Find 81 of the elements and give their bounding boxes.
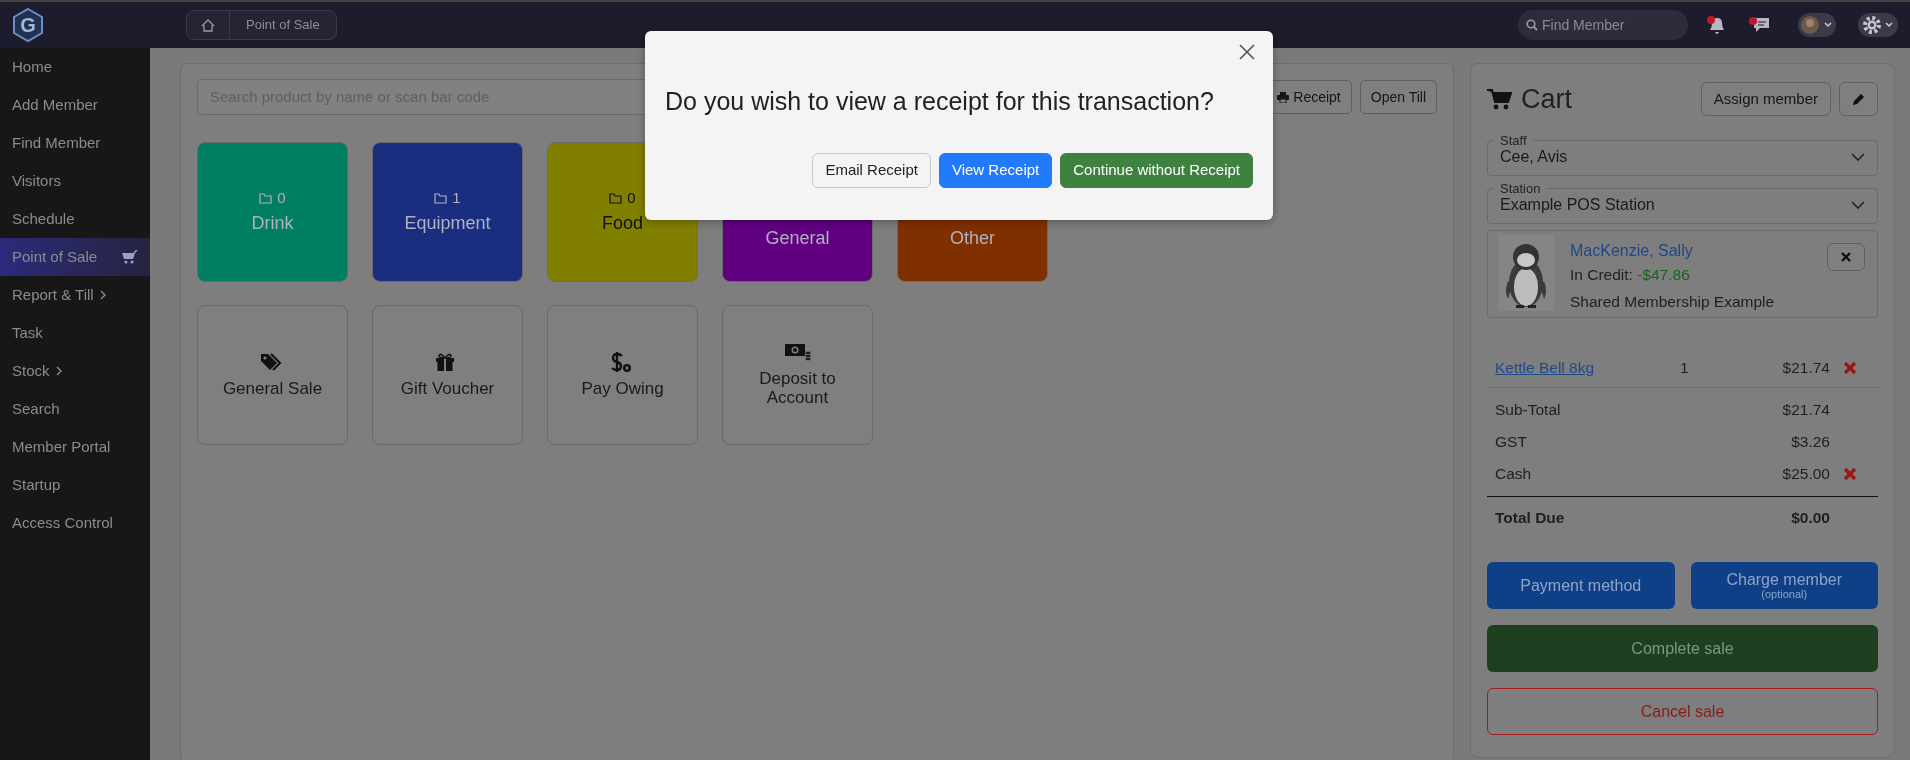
remove-member-button[interactable] [1827,242,1865,271]
field-label: Station [1499,181,1542,195]
close-icon [1841,251,1851,262]
tile-count: 0 [277,188,286,209]
open-till-button[interactable]: Open Till [1359,80,1437,114]
logo[interactable]: G [10,7,46,43]
sidebar-item[interactable]: Stock [0,352,150,390]
folder-icon [259,193,274,204]
tile-count: 0 [627,188,636,209]
printer-icon [1277,91,1290,103]
home-icon[interactable] [201,18,215,32]
action-tile[interactable]: Gift Voucher [372,305,523,445]
sidebar-item[interactable]: Schedule [0,200,150,238]
sidebar-item[interactable]: Report & Till [0,276,150,314]
category-label: Drink [251,211,294,235]
category-tile[interactable]: 0 Drink [197,142,348,282]
cancel-sale-button[interactable]: Cancel sale [1487,688,1878,735]
category-label: Other [950,226,995,250]
category-label: Equipment [404,211,491,235]
close-icon[interactable] [1239,44,1255,60]
cart-title: Cart [1521,83,1572,116]
total-value: $0.00 [1791,507,1830,528]
pencil-icon [1852,92,1865,106]
sidebar-item[interactable]: Find Member [0,124,150,162]
credit-label: In Credit: [1570,265,1634,283]
total-label: Total Due [1495,507,1566,528]
chevron-down-icon [1851,152,1865,161]
continue-button[interactable]: Continue without Receipt [1060,152,1253,188]
chevron-icon [98,290,107,300]
cart-icon [1487,88,1513,111]
quantity-text: 1 [1680,357,1690,378]
chevron-icon [54,366,63,376]
chat-icon[interactable] [1748,15,1770,35]
field-label: Staff [1499,133,1528,147]
summary-label: Sub-Total [1495,400,1562,421]
station-select[interactable]: Station Example POS Station [1487,181,1878,224]
action-label: General Sale [221,379,324,399]
search-icon [1526,19,1538,31]
summary-label: GST [1495,432,1528,453]
sidebar-item[interactable]: Task [0,314,150,352]
folder-icon [434,193,449,204]
action-tile[interactable]: General Sale [197,305,348,445]
view-receipt-button[interactable]: View Receipt [938,152,1053,188]
sidebar-item[interactable]: Member Portal [0,428,150,466]
folder-icon [609,193,624,204]
staff-select[interactable]: Staff Cee, Avis [1487,133,1878,176]
sidebar-item[interactable]: Point of Sale [0,238,150,276]
complete-sale-button[interactable]: Complete sale [1487,625,1878,672]
avatar-icon[interactable] [1798,13,1836,37]
summary-value: $21.74 [1782,400,1830,421]
search-field[interactable]: Find Member [1518,10,1688,40]
sidebar-item[interactable]: Add Member [0,86,150,124]
membership-note: Shared Membership Example [1570,291,1776,312]
sidebar-item[interactable]: Startup [0,466,150,504]
summary-value: $3.26 [1791,432,1830,453]
category-label: Food [602,211,643,235]
action-tile[interactable]: Pay Owing [547,305,698,445]
sidebar-item[interactable]: Search [0,390,150,428]
sidebar-item[interactable]: Visitors [0,162,150,200]
assign-member-button[interactable]: Assign member [1700,82,1831,117]
tile-count: 1 [452,188,461,209]
sidebar-item[interactable]: Home [0,48,150,86]
chevron-down-icon [1851,200,1865,209]
action-tile[interactable]: Deposit to Account [722,305,873,445]
summary-label: Cash [1495,464,1533,485]
sidebar-item[interactable]: Access Control [0,504,150,542]
summary-value: $25.00 [1782,464,1830,485]
payment-method-button[interactable]: Payment method [1487,562,1675,609]
credit-amount: -$47.86 [1637,265,1690,283]
email-receipt-button[interactable]: Email Receipt [812,152,931,188]
price-text: $21.74 [1781,357,1830,378]
category-tile[interactable]: 1 Equipment [372,142,523,282]
category-label: General [765,226,830,250]
cart-icon [122,250,138,264]
settings-icon[interactable] [1858,13,1898,37]
cash-icon [784,342,811,363]
action-label: Deposit to Account [758,370,837,408]
action-label: Pay Owing [580,379,665,399]
action-label: Gift Voucher [399,379,496,399]
charge-member-button[interactable]: Charge member (optional) [1690,562,1878,609]
edit-button[interactable] [1839,82,1878,117]
